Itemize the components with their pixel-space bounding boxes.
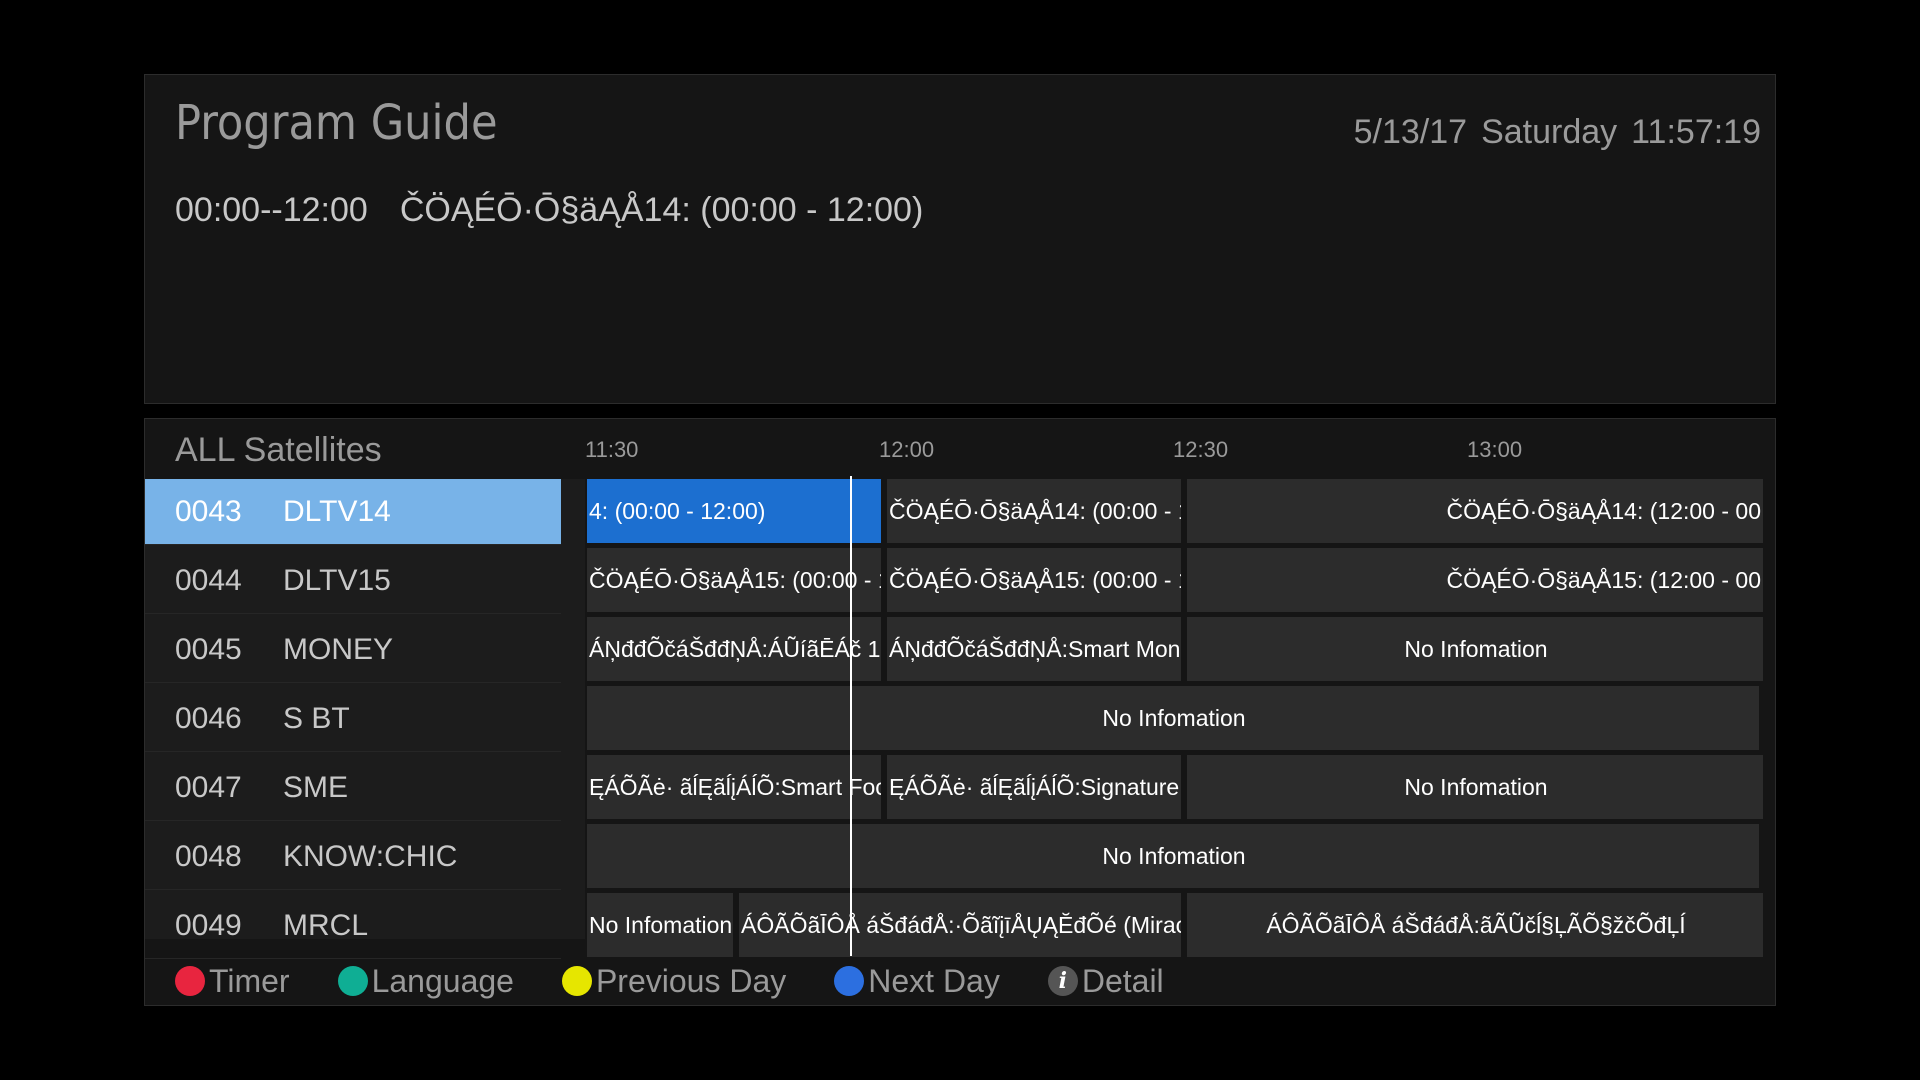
epg-guide-panel: ALL Satellites 11:30 12:00 12:30 13:00 0… [144, 418, 1776, 1006]
timer-button[interactable]: Timer [175, 963, 290, 1000]
clock-text: 11:57:19 [1631, 113, 1761, 151]
channel-number: 0048 [175, 839, 242, 873]
channel-name: S BT [283, 701, 350, 735]
program-cell[interactable]: ČÖĄÉŌ·Ō§äĄÅ14: (12:00 - 00 [1187, 479, 1763, 543]
current-time-line [850, 476, 852, 956]
channel-name: MRCL [283, 908, 369, 942]
next-day-button[interactable]: Next Day [834, 963, 1000, 1000]
channel-name: SME [283, 770, 349, 804]
channel-name: MONEY [283, 632, 394, 666]
weekday-text: Saturday [1481, 113, 1618, 151]
program-cell[interactable]: ĘÁÕÃė· ãĺĘãĺįÁĺÕ:Signature [887, 755, 1181, 819]
info-icon: i [1047, 966, 1078, 996]
timeline-header: 11:30 12:00 12:30 13:00 [145, 419, 1775, 475]
program-cell[interactable]: ČÖĄÉŌ·Ō§äĄÅ15: (00:00 - 12:00) [887, 548, 1181, 612]
channel-number: 0047 [175, 770, 242, 804]
program-cell[interactable]: ÁÔÃÕãĪÔÅ áŠđáđÅ:·ÕãĩįīÅŲĄĔđÕé (Miracle) [739, 893, 1181, 957]
legend-label: Next Day [868, 962, 1000, 999]
channel-row-0047[interactable]: 0047 SME [145, 755, 561, 821]
time-tick: 13:00 [1467, 437, 1523, 462]
page-title: Program Guide [175, 95, 498, 151]
program-time-range: 00:00--12:00 [175, 191, 368, 229]
detail-button[interactable]: i Detail [1047, 962, 1164, 1000]
program-cell[interactable]: No Infomation [1187, 755, 1763, 819]
time-tick: 12:00 [879, 437, 935, 462]
channel-number: 0046 [175, 701, 242, 735]
program-cell[interactable]: No Infomation [587, 893, 733, 957]
legend-label: Detail [1081, 962, 1164, 999]
previous-day-button[interactable]: Previous Day [561, 962, 787, 1000]
program-cell[interactable]: No Infomation [1187, 617, 1763, 681]
channel-name: DLTV14 [283, 494, 391, 528]
red-dot-icon [175, 966, 205, 996]
channel-row-0048[interactable]: 0048 KNOW:CHIC [145, 824, 561, 890]
program-cell[interactable]: ĘÁÕÃė· ãĺĘãĺįÁĺÕ:Smart Focus [587, 755, 881, 819]
program-cell[interactable]: 4: (00:00 - 12:00) [587, 479, 881, 543]
date-text: 5/13/17 [1353, 113, 1468, 151]
channel-number: 0043 [175, 494, 242, 528]
channel-number: 0044 [175, 563, 242, 597]
current-program-info: 00:00--12:00 ČÖĄÉŌ·Ō§äĄÅ14: (00:00 - 12:… [175, 191, 923, 230]
channel-number: 0049 [175, 908, 242, 942]
program-info-panel: Program Guide 5/13/17 Saturday 11:57:19 … [144, 74, 1776, 404]
program-cell[interactable]: ČÖĄÉŌ·Ō§äĄÅ15: (12:00 - 00 [1187, 548, 1763, 612]
legend-label: Timer [209, 962, 290, 999]
time-tick: 12:30 [1173, 437, 1229, 462]
channel-name: DLTV15 [283, 563, 391, 597]
blue-dot-icon [834, 966, 865, 996]
channel-name: KNOW:CHIC [283, 839, 458, 873]
legend-label: Language [371, 962, 514, 999]
channel-list: 0043 DLTV14 0044 DLTV15 0045 MONEY 0046 … [145, 479, 585, 959]
program-grid: 4: (00:00 - 12:00) ČÖĄÉŌ·Ō§äĄÅ14: (00:00… [587, 479, 1763, 957]
program-cell[interactable]: ČÖĄÉŌ·Ō§äĄÅ14: (00:00 - 12:00) [887, 479, 1181, 543]
legend-label: Previous Day [595, 962, 787, 999]
time-tick: 11:30 [585, 437, 639, 462]
program-cell[interactable]: No Infomation [587, 824, 1759, 888]
program-title: ČÖĄÉŌ·Ō§äĄÅ14: (00:00 - 12:00) [399, 191, 924, 229]
program-cell[interactable]: ÁÔÃÕãĪÔÅ áŠđáđÅ:ãÃŨčĺ§ĻÃÕ§žčÕđĻÍ [1187, 893, 1763, 957]
color-key-legend: Timer Language Previous Day Next Day i D… [175, 959, 1212, 1003]
channel-row-0049[interactable]: 0049 MRCL [145, 893, 561, 959]
program-cell[interactable]: ÁŅđđÕčáŠđđŅÅ:ÁŨíãĒÁč 1 [587, 617, 881, 681]
channel-row-0045[interactable]: 0045 MONEY [145, 617, 561, 683]
program-cell[interactable]: ČÖĄÉŌ·Ō§äĄÅ15: (00:00 - 12:00) [587, 548, 881, 612]
channel-row-0044[interactable]: 0044 DLTV15 [145, 548, 561, 614]
channel-number: 0045 [175, 632, 242, 666]
green-dot-icon [337, 966, 368, 996]
yellow-dot-icon [561, 966, 592, 996]
language-button[interactable]: Language [337, 962, 514, 1000]
channel-row-0043[interactable]: 0043 DLTV14 [145, 479, 561, 545]
channel-row-0046[interactable]: 0046 S BT [145, 686, 561, 752]
program-cell[interactable]: No Infomation [587, 686, 1759, 750]
program-cell[interactable]: ÁŅđđÕčáŠđđŅÅ:Smart Money [887, 617, 1181, 681]
datetime-display: 5/13/17 Saturday 11:57:19 [1354, 113, 1761, 152]
